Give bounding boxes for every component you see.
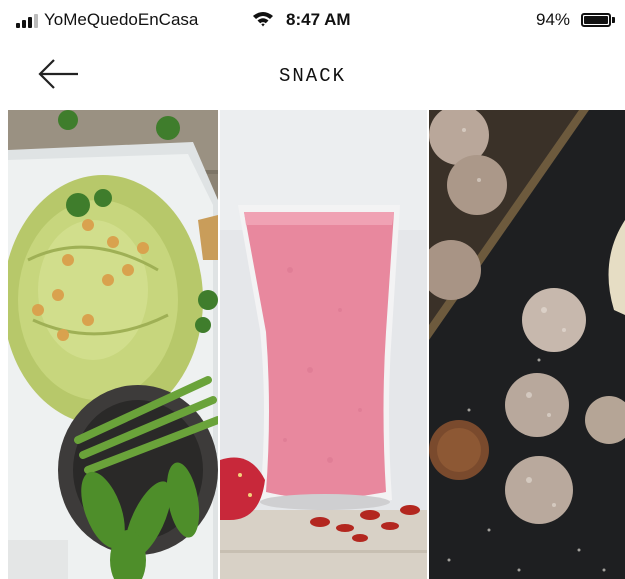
status-bar: YoMeQuedoEnCasa 8:47 AM 94%: [0, 0, 625, 40]
page-title: SNACK: [278, 65, 346, 87]
energy-balls-image[interactable]: [429, 110, 625, 579]
hummus-platter-image[interactable]: [8, 110, 218, 579]
status-time: 8:47 AM: [286, 10, 351, 29]
signal-icon: [16, 14, 42, 28]
battery-tip: [612, 17, 615, 23]
wifi-icon: [253, 12, 273, 27]
battery-percentage: 94%: [536, 10, 571, 29]
battery-icon: [581, 13, 611, 27]
nav-bar: SNACK: [0, 40, 625, 110]
berry-smoothie-image[interactable]: [220, 110, 427, 579]
carrier-name: YoMeQuedoEnCasa: [44, 10, 199, 29]
recipe-gallery: [8, 110, 625, 579]
